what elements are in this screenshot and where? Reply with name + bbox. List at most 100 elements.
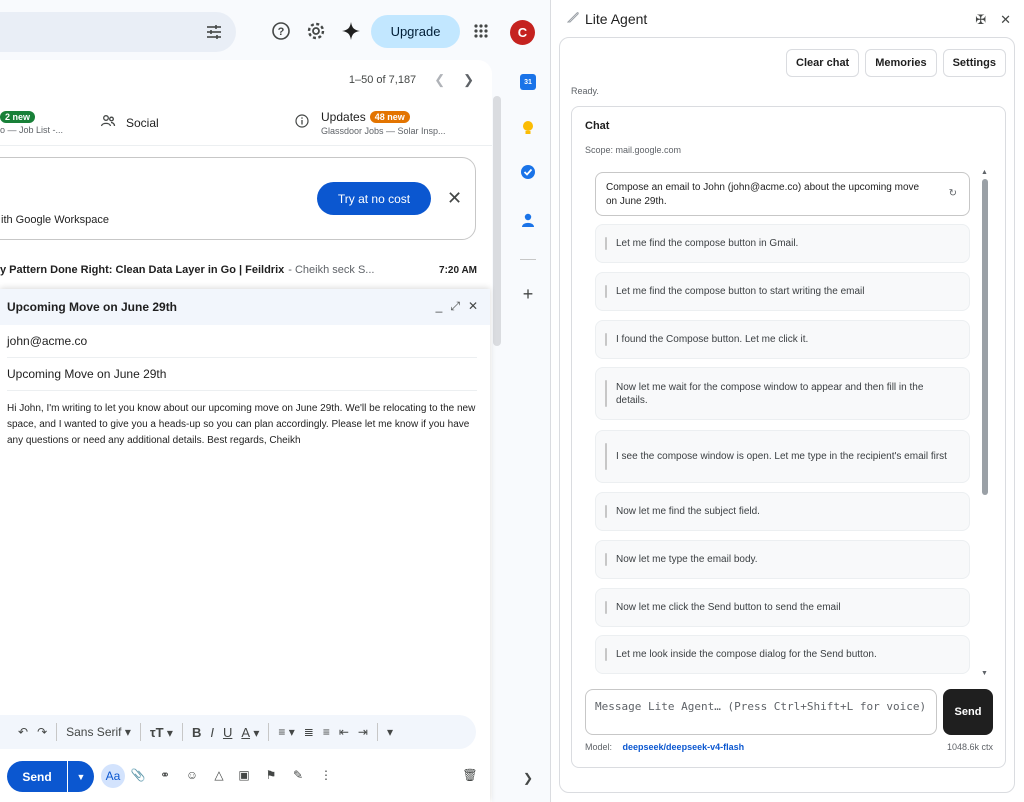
- email-time: 7:20 AM: [439, 264, 477, 276]
- italic-icon[interactable]: I: [210, 725, 214, 740]
- settings-gear-icon[interactable]: [305, 20, 327, 42]
- send-options-icon[interactable]: ▼: [68, 761, 94, 792]
- side-panel-rail: 31 + ❯: [505, 60, 550, 802]
- updates-snippet: Glassdoor Jobs — Solar Insp...: [321, 126, 446, 136]
- search-options-icon[interactable]: [204, 22, 224, 42]
- settings-button[interactable]: Settings: [942, 49, 1006, 77]
- chat-scrollbar-thumb[interactable]: [982, 179, 988, 495]
- close-agent-icon[interactable]: ✕: [1000, 12, 1011, 28]
- next-page-icon[interactable]: ❯: [463, 72, 474, 88]
- agent-message-text: I see the compose window is open. Let me…: [616, 451, 947, 462]
- bulleted-list-icon[interactable]: ≡: [323, 725, 330, 739]
- confidential-lock-icon[interactable]: ⚑: [263, 767, 279, 783]
- redo-icon[interactable]: ↷: [37, 725, 47, 739]
- minimize-icon[interactable]: _: [436, 299, 443, 314]
- more-formatting-icon[interactable]: ▾: [387, 725, 393, 739]
- keep-bulb-icon[interactable]: [520, 120, 536, 136]
- help-icon[interactable]: ?: [270, 20, 292, 42]
- scroll-up-icon[interactable]: ▲: [981, 169, 988, 176]
- more-options-icon[interactable]: ⋮: [318, 767, 334, 783]
- tasks-check-icon[interactable]: [520, 164, 536, 180]
- agent-panel: Clear chat Memories Settings Ready. Chat…: [559, 37, 1015, 793]
- agent-message-text: I found the Compose button. Let me click…: [616, 334, 809, 345]
- pagination: 1–50 of 7,187 ❮ ❯: [349, 70, 474, 90]
- bold-icon[interactable]: B: [192, 725, 201, 740]
- indent-less-icon[interactable]: ⇤: [339, 725, 349, 739]
- promo-text: ith Google Workspace: [1, 214, 110, 226]
- font-select-value: Sans Serif: [66, 725, 122, 739]
- social-label: Social: [126, 116, 159, 130]
- align-icon[interactable]: ≡ ▾: [278, 725, 294, 739]
- subject-value: Upcoming Move on June 29th: [7, 367, 167, 381]
- contacts-person-icon[interactable]: [520, 212, 536, 228]
- message-list[interactable]: Compose an email to John (john@acme.co) …: [595, 172, 971, 677]
- workspace-promo-banner: ith Google Workspace Try at no cost ✕: [0, 157, 476, 240]
- gemini-sparkle-icon[interactable]: [340, 20, 362, 42]
- agent-send-button[interactable]: Send: [943, 689, 993, 735]
- attach-icon[interactable]: 📎: [130, 767, 146, 783]
- indent-more-icon[interactable]: ⇥: [358, 725, 368, 739]
- retry-icon[interactable]: ↻: [949, 187, 957, 201]
- font-size-icon[interactable]: τT ▾: [150, 725, 173, 740]
- discard-trash-icon[interactable]: 🗑: [462, 767, 478, 783]
- tab-social[interactable]: Social: [100, 100, 159, 146]
- subject-field[interactable]: Upcoming Move on June 29th: [7, 358, 477, 391]
- upgrade-button[interactable]: Upgrade: [371, 15, 460, 48]
- underline-icon[interactable]: U: [223, 725, 232, 740]
- formatting-toolbar: ↶ ↷ Sans Serif ▾ τT ▾ B I U A ▾ ≡ ▾ ≣ ≡ …: [0, 715, 476, 749]
- user-message-text: Compose an email to John (john@acme.co) …: [606, 182, 920, 207]
- tab-primary[interactable]: 2 new o — Job List -...: [0, 100, 63, 146]
- primary-new-badge: 2 new: [0, 111, 36, 123]
- unpin-icon[interactable]: ✠: [975, 12, 986, 28]
- agent-message: Let me look inside the compose dialog fo…: [595, 635, 970, 674]
- email-list-row[interactable]: y Pattern Done Right: Clean Data Layer i…: [0, 253, 492, 287]
- emoji-icon[interactable]: ☺: [184, 767, 200, 783]
- compose-body[interactable]: Hi John, I'm writing to let you know abo…: [7, 401, 477, 449]
- prev-page-icon[interactable]: ❮: [434, 72, 445, 88]
- try-at-no-cost-button[interactable]: Try at no cost: [317, 182, 431, 215]
- inbox-scrollbar[interactable]: [493, 96, 501, 346]
- agent-message: Let me find the compose button to start …: [595, 272, 970, 311]
- signature-pen-icon[interactable]: ✎: [290, 767, 306, 783]
- compose-header[interactable]: Upcoming Move on June 29th _ ⤢ ✕: [0, 289, 490, 325]
- model-name-link[interactable]: deepseek/deepseek-v4-flash: [623, 742, 745, 752]
- svg-text:?: ?: [278, 26, 285, 38]
- memories-button[interactable]: Memories: [865, 49, 937, 77]
- updates-label: Updates: [321, 110, 366, 124]
- agent-message: Now let me click the Send button to send…: [595, 588, 970, 627]
- scroll-down-icon[interactable]: ▼: [981, 670, 988, 677]
- close-compose-icon[interactable]: ✕: [468, 299, 478, 314]
- recipient-chip[interactable]: john@acme.co: [7, 334, 87, 348]
- context-size: 1048.6k ctx: [946, 742, 993, 752]
- message-input[interactable]: [585, 689, 937, 735]
- email-snippet: - Cheikh seck S...: [288, 264, 375, 276]
- compose-action-bar: Send ▼ Aa 📎 ⚭ ☺ △ ▣ ⚑ ✎ ⋮ 🗑: [0, 759, 490, 793]
- status-text: Ready.: [571, 86, 599, 96]
- send-button[interactable]: Send: [7, 761, 67, 792]
- expand-icon[interactable]: ⤢: [450, 299, 460, 314]
- compose-window: Upcoming Move on June 29th _ ⤢ ✕ john@ac…: [0, 289, 490, 802]
- insert-link-icon[interactable]: ⚭: [157, 767, 173, 783]
- drive-icon[interactable]: △: [211, 767, 227, 783]
- tab-updates[interactable]: Updates 48 new Glassdoor Jobs — Solar In…: [295, 100, 446, 146]
- font-select[interactable]: Sans Serif ▾: [66, 725, 131, 739]
- undo-icon[interactable]: ↶: [18, 725, 28, 739]
- to-field[interactable]: john@acme.co: [7, 325, 477, 358]
- apps-grid-icon[interactable]: [470, 20, 492, 42]
- agent-header: Lite Agent ✠ ✕: [551, 0, 1024, 38]
- insert-photo-icon[interactable]: ▣: [236, 767, 252, 783]
- formatting-options-button[interactable]: Aa: [101, 764, 125, 788]
- agent-title: Lite Agent: [585, 11, 648, 27]
- lite-agent-pane: Lite Agent ✠ ✕ Clear chat Memories Setti…: [550, 0, 1024, 802]
- clear-chat-button[interactable]: Clear chat: [786, 49, 860, 77]
- account-avatar[interactable]: C: [510, 20, 535, 45]
- agent-message-text: Now let me type the email body.: [616, 554, 758, 565]
- dismiss-promo-icon[interactable]: ✕: [447, 188, 462, 209]
- calendar-icon[interactable]: 31: [520, 74, 536, 90]
- add-addon-icon[interactable]: +: [520, 284, 536, 304]
- expand-panel-icon[interactable]: ❯: [520, 770, 536, 786]
- search-box[interactable]: [0, 12, 236, 52]
- text-color-icon[interactable]: A ▾: [241, 725, 259, 740]
- numbered-list-icon[interactable]: ≣: [304, 725, 314, 739]
- agent-message-text: Now let me find the subject field.: [616, 506, 760, 517]
